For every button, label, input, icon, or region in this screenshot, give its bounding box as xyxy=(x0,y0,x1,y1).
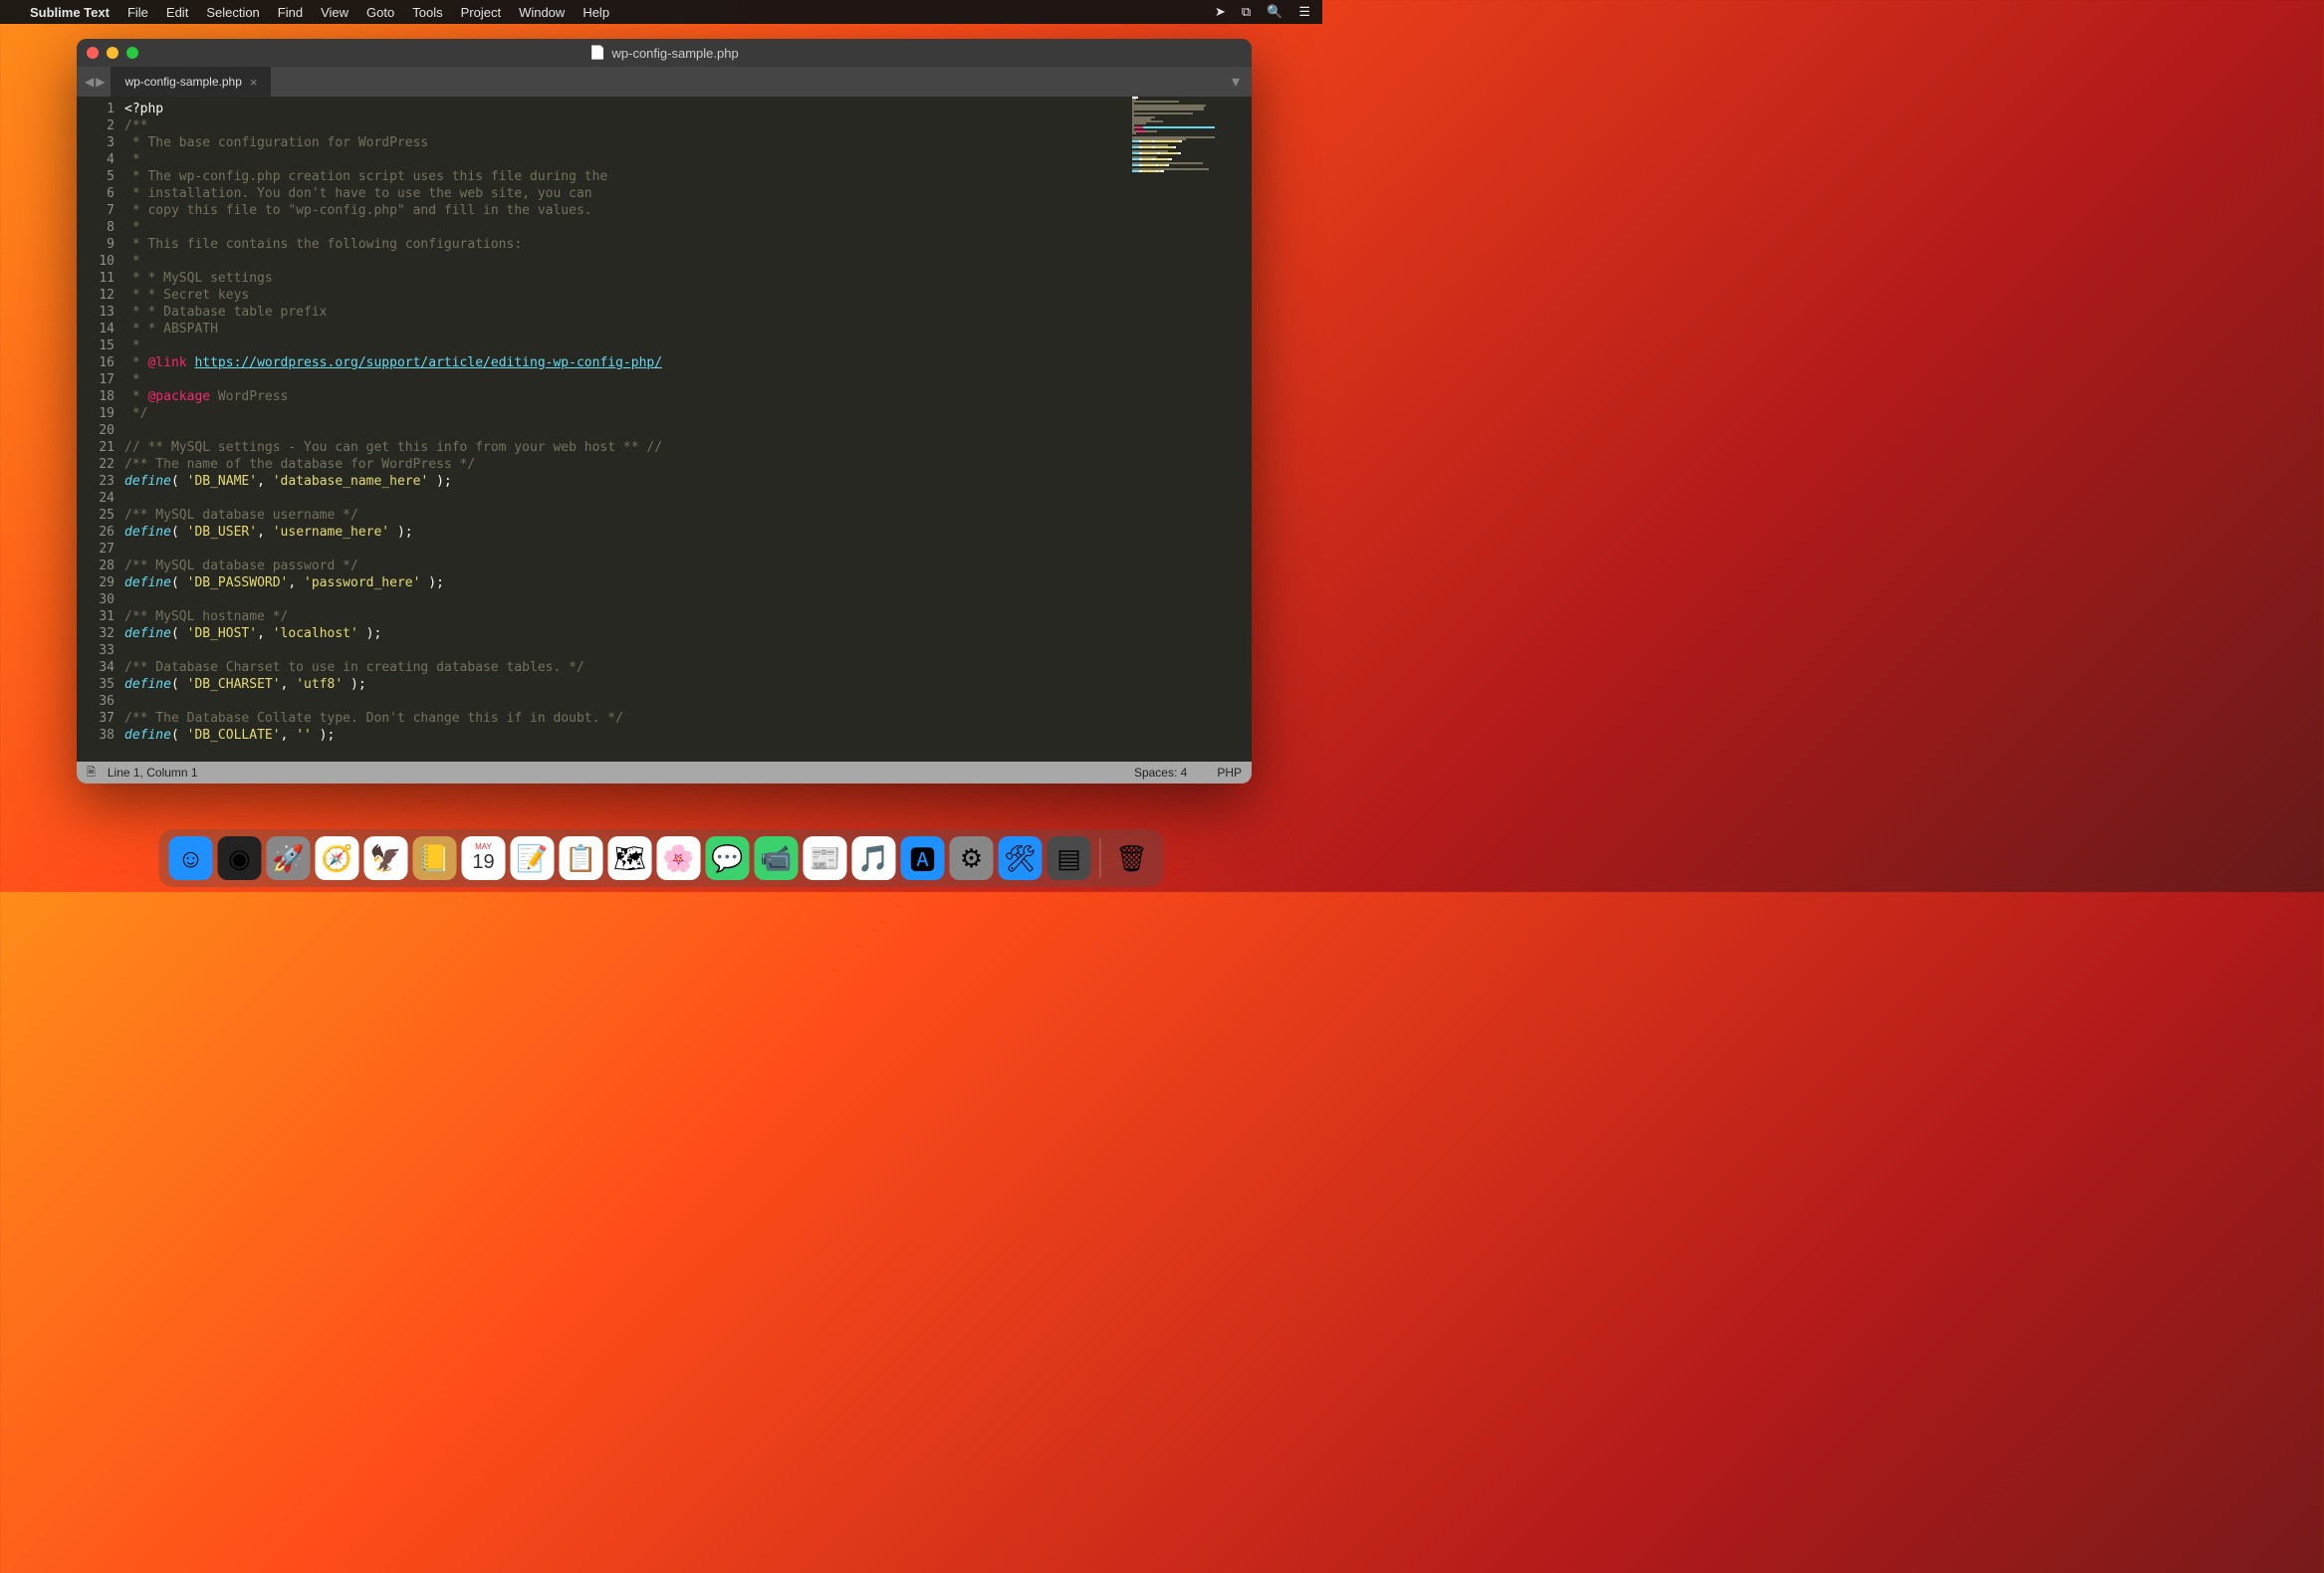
screen-mirror-icon[interactable]: ⧉ xyxy=(1242,4,1251,20)
dock-reminders-icon[interactable]: 📋 xyxy=(560,836,603,880)
dock: ☺◉🚀🧭🦅📒MAY19📝📋🗺🌸💬📹📰🎵🅰⚙🛠▤ 🗑 xyxy=(159,829,1164,887)
code-line: <?php xyxy=(124,101,1132,117)
code-line: /** The Database Collate type. Don't cha… xyxy=(124,710,1132,727)
gutter: 1 2 3 4 5 6 7 8 9 10 11 12 13 14 15 16 1… xyxy=(77,97,124,762)
statusbar: 🗎 Line 1, Column 1 Spaces: 4 PHP xyxy=(77,762,1252,784)
dock-facetime-icon[interactable]: 📹 xyxy=(755,836,799,880)
tab-close-icon[interactable]: × xyxy=(250,75,258,90)
menu-project[interactable]: Project xyxy=(461,5,501,20)
code-line xyxy=(124,422,1132,439)
dock-finder-icon[interactable]: ☺ xyxy=(169,836,213,880)
file-icon: 📄 xyxy=(589,45,605,61)
code-line xyxy=(124,693,1132,710)
code-line: * * Secret keys xyxy=(124,287,1132,304)
editor: 1 2 3 4 5 6 7 8 9 10 11 12 13 14 15 16 1… xyxy=(77,97,1252,762)
status-file-icon: 🗎 xyxy=(87,764,96,783)
dock-calendar-icon[interactable]: MAY19 xyxy=(462,836,506,880)
app-window: 📄 wp-config-sample.php ◀ ▶ wp-config-sam… xyxy=(77,39,1252,784)
dock-launchpad-icon[interactable]: 🚀 xyxy=(267,836,311,880)
dock-mail-icon[interactable]: 🦅 xyxy=(364,836,408,880)
code-line: * installation. You don't have to use th… xyxy=(124,185,1132,202)
code-area[interactable]: <?php/** * The base configuration for Wo… xyxy=(124,97,1132,762)
dock-news-icon[interactable]: 📰 xyxy=(804,836,847,880)
code-line: * The wp-config.php creation script uses… xyxy=(124,168,1132,185)
code-line: * xyxy=(124,253,1132,270)
dock-music-icon[interactable]: 🎵 xyxy=(852,836,896,880)
dock-appstore-icon[interactable]: 🅰 xyxy=(901,836,945,880)
dock-photos-icon[interactable]: 🌸 xyxy=(657,836,701,880)
code-line: * xyxy=(124,151,1132,168)
code-line: * The base configuration for WordPress xyxy=(124,134,1132,151)
menu-selection[interactable]: Selection xyxy=(206,5,259,20)
menubar: Sublime Text File Edit Selection Find Vi… xyxy=(0,0,1322,24)
code-line xyxy=(124,541,1132,558)
code-line xyxy=(124,591,1132,608)
dock-messages-icon[interactable]: 💬 xyxy=(706,836,750,880)
code-line: define( 'DB_PASSWORD', 'password_here' )… xyxy=(124,574,1132,591)
code-line: * This file contains the following confi… xyxy=(124,236,1132,253)
menu-view[interactable]: View xyxy=(321,5,349,20)
code-line: /** MySQL hostname */ xyxy=(124,608,1132,625)
window-title: wp-config-sample.php xyxy=(612,46,739,61)
dock-safari-icon[interactable]: 🧭 xyxy=(316,836,359,880)
menu-goto[interactable]: Goto xyxy=(366,5,394,20)
dock-xcode-icon[interactable]: 🛠 xyxy=(999,836,1043,880)
menu-help[interactable]: Help xyxy=(582,5,609,20)
menu-file[interactable]: File xyxy=(127,5,148,20)
code-line: define( 'DB_USER', 'username_here' ); xyxy=(124,524,1132,541)
menu-tools[interactable]: Tools xyxy=(412,5,442,20)
code-line: // ** MySQL settings - You can get this … xyxy=(124,439,1132,456)
control-center-icon[interactable]: ☰ xyxy=(1298,4,1310,20)
code-line: * xyxy=(124,371,1132,388)
dock-trash-icon[interactable]: 🗑 xyxy=(1110,836,1154,880)
code-line: define( 'DB_NAME', 'database_name_here' … xyxy=(124,473,1132,490)
code-line: define( 'DB_CHARSET', 'utf8' ); xyxy=(124,676,1132,693)
search-icon[interactable]: 🔍 xyxy=(1267,4,1282,20)
tabbar: ◀ ▶ wp-config-sample.php × ▾ xyxy=(77,67,1252,97)
zoom-button[interactable] xyxy=(126,47,138,59)
code-line: * @package WordPress xyxy=(124,388,1132,405)
new-tab-icon[interactable]: ▾ xyxy=(1232,72,1252,92)
code-line: * @link https://wordpress.org/support/ar… xyxy=(124,354,1132,371)
code-line: /** Database Charset to use in creating … xyxy=(124,659,1132,676)
titlebar: 📄 wp-config-sample.php xyxy=(77,39,1252,67)
code-line: define( 'DB_HOST', 'localhost' ); xyxy=(124,625,1132,642)
app-name[interactable]: Sublime Text xyxy=(30,5,110,20)
dock-contacts-icon[interactable]: 📒 xyxy=(413,836,457,880)
code-line: * xyxy=(124,337,1132,354)
tab-label: wp-config-sample.php xyxy=(124,75,241,89)
code-line: * * Database table prefix xyxy=(124,304,1132,321)
code-line: /** MySQL database password */ xyxy=(124,558,1132,574)
nav-forward-icon[interactable]: ▶ xyxy=(96,75,105,89)
status-spaces[interactable]: Spaces: 4 xyxy=(1134,766,1187,780)
minimize-button[interactable] xyxy=(107,47,118,59)
nav-back-icon[interactable]: ◀ xyxy=(85,75,94,89)
code-line: * * MySQL settings xyxy=(124,270,1132,287)
dock-sublime-icon[interactable]: ▤ xyxy=(1047,836,1091,880)
dock-maps-icon[interactable]: 🗺 xyxy=(608,836,652,880)
code-line: define( 'DB_COLLATE', '' ); xyxy=(124,727,1132,744)
menu-edit[interactable]: Edit xyxy=(166,5,188,20)
code-line: * xyxy=(124,219,1132,236)
code-line: * copy this file to "wp-config.php" and … xyxy=(124,202,1132,219)
code-line: * * ABSPATH xyxy=(124,321,1132,337)
tab-active[interactable]: wp-config-sample.php × xyxy=(111,67,271,97)
status-position[interactable]: Line 1, Column 1 xyxy=(108,766,198,780)
minimap[interactable] xyxy=(1132,97,1252,762)
dock-notes-icon[interactable]: 📝 xyxy=(511,836,555,880)
code-line xyxy=(124,642,1132,659)
close-button[interactable] xyxy=(87,47,99,59)
dock-siri-icon[interactable]: ◉ xyxy=(218,836,262,880)
menu-window[interactable]: Window xyxy=(519,5,565,20)
code-line: /** xyxy=(124,117,1132,134)
code-line: /** MySQL database username */ xyxy=(124,507,1132,524)
status-language[interactable]: PHP xyxy=(1217,766,1242,780)
dock-separator xyxy=(1100,838,1101,878)
code-line xyxy=(124,490,1132,507)
cursor-icon[interactable]: ➤ xyxy=(1215,4,1226,20)
menu-find[interactable]: Find xyxy=(278,5,303,20)
dock-settings-icon[interactable]: ⚙ xyxy=(950,836,994,880)
code-line: */ xyxy=(124,405,1132,422)
code-line: /** The name of the database for WordPre… xyxy=(124,456,1132,473)
